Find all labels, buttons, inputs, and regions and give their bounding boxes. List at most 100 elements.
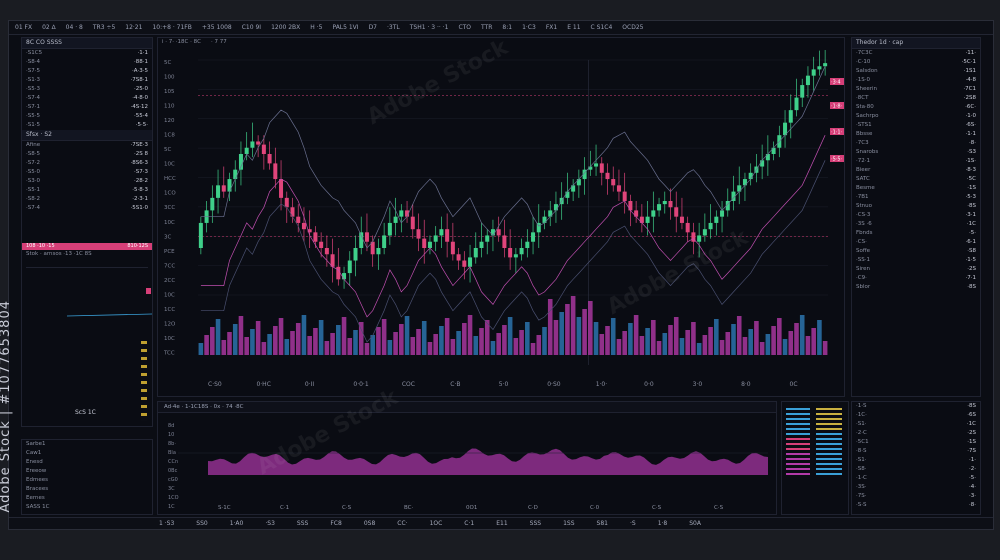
candle[interactable] — [284, 197, 289, 208]
bottom-tool-item[interactable]: 1·A0 — [230, 520, 244, 527]
bottom-tool-item[interactable]: SSS — [530, 520, 541, 527]
candle[interactable] — [594, 163, 599, 167]
left-bottom-item[interactable]: Enesd — [22, 458, 152, 467]
toolbar-item[interactable]: TTR — [481, 24, 492, 31]
candle[interactable] — [548, 210, 553, 217]
right-row[interactable]: ·5C1 ·1S — [852, 438, 980, 447]
candle[interactable] — [445, 229, 450, 242]
left-row[interactable]: ·S1·3 ·7S8·1 — [22, 76, 152, 85]
candle[interactable] — [324, 248, 329, 255]
toolbar-item[interactable]: C S1C4 — [591, 24, 613, 31]
bottom-tool-item[interactable]: ·S3 — [265, 520, 275, 527]
candle[interactable] — [714, 216, 719, 223]
bottom-tool-item[interactable]: 0S8 — [364, 520, 375, 527]
candle[interactable] — [742, 179, 747, 186]
left-row[interactable]: ·S7·4 ·4·8·0 — [22, 94, 152, 103]
left-row[interactable]: ·S7·2 ·8S6·3 — [22, 159, 152, 168]
bottom-tool-item[interactable]: S81 — [597, 520, 608, 527]
right-row[interactable]: ·S1· ·1· — [852, 456, 980, 465]
toolbar-item[interactable]: +35 1008 — [202, 24, 232, 31]
candle[interactable] — [267, 154, 272, 164]
candle[interactable] — [250, 141, 255, 148]
candle[interactable] — [668, 201, 673, 208]
left-row[interactable]: ·S7·1 ·4S·12 — [22, 103, 152, 112]
candle[interactable] — [800, 85, 805, 98]
left-row[interactable]: ·S5·5 ·55·4 — [22, 112, 152, 121]
bottom-tool-item[interactable]: C·1 — [464, 520, 474, 527]
toolbar-item[interactable]: C10 9I — [242, 24, 261, 31]
candle[interactable] — [216, 185, 221, 198]
bottom-tool-item[interactable]: ·S — [630, 520, 636, 527]
right-row[interactable]: ·3S· ·4· — [852, 483, 980, 492]
candle[interactable] — [485, 235, 490, 242]
left-bottom-item[interactable]: SASS 1C — [22, 503, 152, 512]
left-row[interactable]: ·S7·4 ·5S1·0 — [22, 204, 152, 213]
candle[interactable] — [748, 172, 753, 180]
right-row[interactable]: ·7B1 ·5·3 — [852, 193, 980, 202]
candle[interactable] — [433, 235, 438, 242]
candle[interactable] — [479, 241, 484, 248]
candle[interactable] — [456, 254, 461, 261]
bottom-tool-item[interactable]: SS0 — [196, 520, 207, 527]
right-row[interactable]: ·72·1 ·1S· — [852, 157, 980, 166]
left-row[interactable]: ·S7·5 ·A·3·5 — [22, 67, 152, 76]
candle[interactable] — [542, 216, 547, 223]
candle[interactable] — [301, 222, 306, 230]
left-row[interactable]: ·S8·5 ·2S 8 — [22, 150, 152, 159]
toolbar-item[interactable]: 10:+8 · 71FB — [152, 24, 191, 31]
candle[interactable] — [462, 260, 467, 267]
candle[interactable] — [347, 260, 352, 274]
indicator-chart[interactable]: 8d 10 8b· Bla CCn 0Bc cG0 3C 1CO 1C S·1C C·1 C·S BC· 0… — [158, 413, 777, 513]
candle[interactable] — [794, 97, 799, 111]
toolbar-item[interactable]: CTO — [458, 24, 471, 31]
toolbar-item[interactable]: 04 · 8 — [66, 24, 83, 31]
candle[interactable] — [622, 191, 627, 201]
candle[interactable] — [823, 63, 828, 67]
candle[interactable] — [674, 207, 679, 217]
candle[interactable] — [261, 144, 266, 154]
candle[interactable] — [571, 185, 576, 192]
right-row[interactable]: Siren ·2S — [852, 265, 980, 274]
bottom-tool-item[interactable]: 1OC — [430, 520, 443, 527]
candle[interactable] — [319, 241, 324, 248]
right-row[interactable]: ·C·10 ·5C·1 — [852, 58, 980, 67]
right-row[interactable]: ·8CT ·2S8 — [852, 94, 980, 103]
candle[interactable] — [359, 232, 364, 248]
right-row[interactable]: Besme ·1S — [852, 184, 980, 193]
candle[interactable] — [737, 185, 742, 192]
left-bottom-item[interactable]: Edmees — [22, 476, 152, 485]
candle[interactable] — [657, 204, 662, 211]
candle[interactable] — [468, 257, 473, 267]
candle[interactable] — [760, 160, 765, 167]
left-pink-bar[interactable]: 108 ·10 ·15 810·12S — [22, 243, 152, 250]
right-row[interactable]: Stnuo ·8S — [852, 202, 980, 211]
candle[interactable] — [221, 185, 226, 192]
toolbar-item[interactable]: FX1 — [546, 24, 557, 31]
toolbar-item[interactable]: TSH1 · 3 ·· ·1 — [410, 24, 449, 31]
left-bottom-item[interactable]: Eernes — [22, 494, 152, 503]
right-row[interactable]: ·1·S ·8S — [852, 402, 980, 411]
candle[interactable] — [496, 229, 501, 236]
candle[interactable] — [685, 222, 690, 233]
toolbar-item[interactable]: 1200 2BX — [271, 24, 300, 31]
right-row[interactable]: Fbnds ·5· — [852, 229, 980, 238]
bottom-tool-item[interactable]: FC8 — [330, 520, 341, 527]
candle[interactable] — [513, 254, 518, 258]
candle[interactable] — [639, 216, 644, 223]
candle[interactable] — [662, 201, 667, 205]
candle[interactable] — [410, 216, 415, 230]
candle[interactable] — [708, 222, 713, 230]
candle[interactable] — [508, 248, 513, 258]
left-row[interactable]: Afine ·7SE·3 — [22, 141, 152, 150]
bottom-tool-item[interactable]: S0A — [689, 520, 701, 527]
candle[interactable] — [387, 222, 392, 236]
candle[interactable] — [605, 172, 610, 180]
right-row[interactable]: Sta·80 ·6C· — [852, 103, 980, 112]
candle[interactable] — [611, 179, 616, 186]
candle[interactable] — [439, 229, 444, 236]
candle[interactable] — [427, 241, 432, 248]
candle[interactable] — [553, 204, 558, 211]
toolbar-item[interactable]: D7 — [369, 24, 377, 31]
right-row[interactable]: Bieer ·8·3 — [852, 166, 980, 175]
candle[interactable] — [198, 222, 203, 248]
